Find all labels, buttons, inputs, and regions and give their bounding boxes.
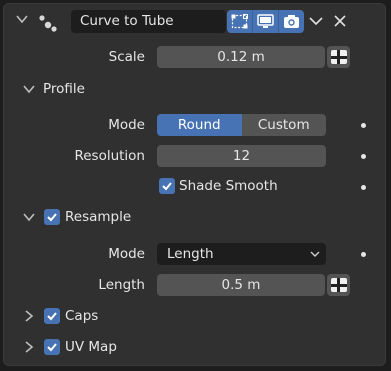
attribute-input-toggle-icon [330,278,347,292]
resample-mode-value: Length [167,246,214,262]
checkmark-icon [47,343,57,352]
resample-mode-label: Mode [108,246,145,262]
length-field[interactable]: 0.5 m [157,274,325,296]
attribute-input-toggle-icon [330,50,347,64]
dropdown-chevron-icon[interactable] [309,15,323,27]
shade-smooth-keyframe-dot[interactable] [361,185,366,190]
length-label: Length [98,277,145,293]
uvmap-checkbox[interactable] [44,339,60,355]
shade-smooth-checkbox[interactable] [159,178,175,194]
render-camera-button[interactable] [278,10,304,33]
uvmap-section-title[interactable]: UV Map [65,337,117,357]
panel-collapse-chevron-icon[interactable] [16,13,28,25]
checkmark-icon [162,182,172,191]
resample-mode-dropdown[interactable]: Length [157,243,326,265]
modifier-panel: Curve to Tube Scale 0.12 m Profile Mode … [3,3,386,366]
caps-checkbox[interactable] [44,308,60,324]
profile-mode-custom-option[interactable]: Custom [241,114,326,136]
profile-mode-round-option[interactable]: Round [157,114,242,136]
close-icon[interactable] [334,15,346,27]
resample-section-title[interactable]: Resample [65,207,131,227]
resolution-field[interactable]: 12 [157,145,326,167]
visibility-toggle-group [227,10,304,33]
resolution-label: Resolution [74,148,145,164]
resample-checkbox[interactable] [44,209,60,225]
modifier-name-field[interactable]: Curve to Tube [71,10,226,33]
caps-expand-chevron-icon[interactable] [24,310,34,322]
scale-attribute-toggle[interactable] [327,46,350,68]
modifier-node-icon [39,15,57,32]
length-attribute-toggle[interactable] [327,274,350,296]
uvmap-expand-chevron-icon[interactable] [24,341,34,353]
resolution-keyframe-dot[interactable] [361,154,366,159]
viewport-display-icon [257,14,274,28]
profile-collapse-chevron-icon[interactable] [23,84,35,94]
checkmark-icon [47,213,57,222]
profile-section-title[interactable]: Profile [43,79,85,99]
render-camera-icon [284,15,299,28]
profile-mode-keyframe-dot[interactable] [361,123,366,128]
dropdown-chevron-icon [310,251,320,257]
shade-smooth-label[interactable]: Shade Smooth [179,176,278,196]
profile-mode-selector: Round Custom [157,114,326,136]
caps-section-title[interactable]: Caps [65,306,98,326]
edit-mode-toggle-icon [231,14,248,29]
checkmark-icon [47,312,57,321]
viewport-display-button[interactable] [252,10,278,33]
profile-mode-label: Mode [108,117,145,133]
scale-field[interactable]: 0.12 m [157,46,325,68]
scale-label: Scale [108,49,145,65]
edit-mode-toggle-button[interactable] [227,10,252,33]
resample-mode-keyframe-dot[interactable] [361,252,366,257]
resample-collapse-chevron-icon[interactable] [23,212,35,222]
